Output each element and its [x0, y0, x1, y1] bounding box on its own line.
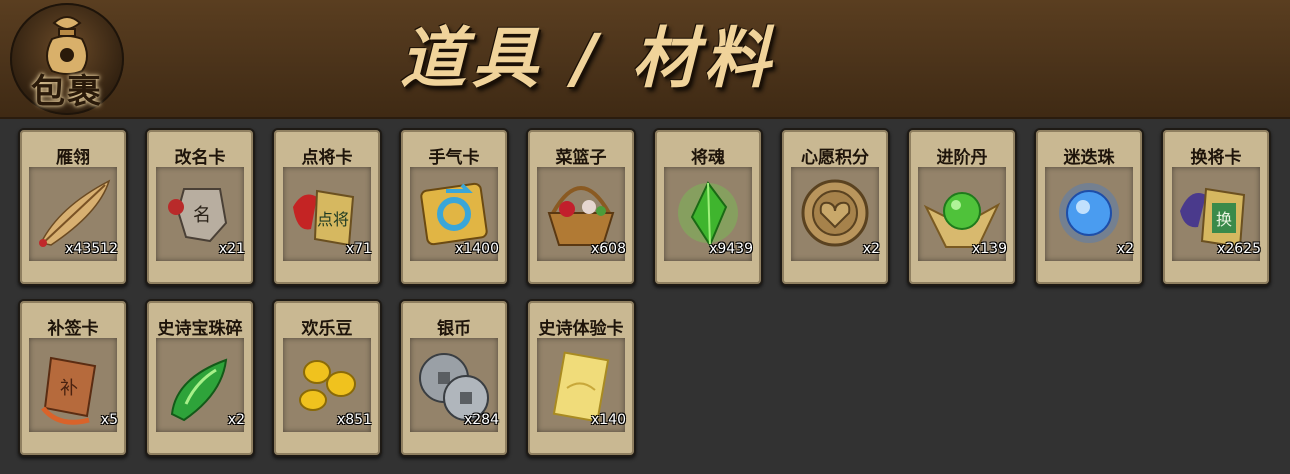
- item-card-wish[interactable]: 心愿积分 x2: [780, 128, 890, 286]
- svg-text:点将: 点将: [317, 210, 349, 229]
- item-name: 补签卡: [47, 319, 99, 339]
- item-name: 将魂: [691, 148, 725, 168]
- item-count: x2: [1116, 241, 1134, 257]
- inventory-row: 雁翎 x43512 改名卡 名 x21 点将卡 点将 x71 手气卡 x1400…: [18, 128, 1278, 286]
- item-card-feather[interactable]: 雁翎 x43512: [18, 128, 128, 286]
- svg-text:换: 换: [1216, 210, 1232, 229]
- inventory-row: 补签卡 补 x5 史诗宝珠碎 x2 欢乐豆 x851 银币 x284 史诗体验卡…: [18, 299, 1278, 457]
- item-card-advance[interactable]: 进阶丹 x139: [907, 128, 1017, 286]
- inventory-grid: 雁翎 x43512 改名卡 名 x21 点将卡 点将 x71 手气卡 x1400…: [18, 128, 1278, 470]
- item-name: 点将卡: [301, 148, 353, 168]
- item-card-silver[interactable]: 银币 x284: [399, 299, 509, 457]
- item-card-jade[interactable]: 史诗宝珠碎 x2: [145, 299, 255, 457]
- item-name: 银币: [437, 319, 471, 339]
- header-bar: 包裹 道具 / 材料: [0, 0, 1290, 119]
- item-name: 改名卡: [174, 148, 226, 168]
- item-card-basket[interactable]: 菜篮子 x608: [526, 128, 636, 286]
- item-card-beans[interactable]: 欢乐豆 x851: [272, 299, 382, 457]
- item-count: x9439: [709, 241, 753, 257]
- item-name: 史诗体验卡: [538, 319, 624, 339]
- item-count: x2: [227, 412, 245, 428]
- page-title: 道具 / 材料: [400, 20, 777, 97]
- item-count: x71: [345, 241, 372, 257]
- item-count: x2: [862, 241, 880, 257]
- item-name: 雁翎: [56, 148, 90, 168]
- item-count: x21: [218, 241, 245, 257]
- item-count: x139: [971, 241, 1007, 257]
- item-card-trial[interactable]: 史诗体验卡 x140: [526, 299, 636, 457]
- item-name: 心愿积分: [801, 148, 869, 168]
- item-name: 史诗宝珠碎: [157, 319, 243, 339]
- item-card-soul[interactable]: 将魂 x9439: [653, 128, 763, 286]
- item-count: x2625: [1217, 241, 1261, 257]
- item-card-general[interactable]: 点将卡 点将 x71: [272, 128, 382, 286]
- item-name: 手气卡: [428, 148, 480, 168]
- bag-badge[interactable]: 包裹: [10, 3, 124, 115]
- item-name: 欢乐豆: [301, 319, 353, 339]
- item-card-orb[interactable]: 迷迭珠 x2: [1034, 128, 1144, 286]
- item-card-resign[interactable]: 补签卡 补 x5: [18, 299, 128, 457]
- item-name: 进阶丹: [936, 148, 988, 168]
- item-name: 菜篮子: [555, 148, 607, 168]
- item-card-swap[interactable]: 换将卡 换 x2625: [1161, 128, 1271, 286]
- item-count: x43512: [65, 241, 118, 257]
- item-count: x5: [100, 412, 118, 428]
- bag-label: 包裹: [31, 72, 103, 112]
- item-count: x608: [590, 241, 626, 257]
- item-count: x1400: [455, 241, 499, 257]
- item-count: x851: [336, 412, 372, 428]
- svg-text:补: 补: [60, 378, 78, 399]
- item-card-luck[interactable]: 手气卡 x1400: [399, 128, 509, 286]
- item-count: x140: [590, 412, 626, 428]
- item-name: 换将卡: [1190, 148, 1242, 168]
- item-count: x284: [463, 412, 499, 428]
- item-card-rename[interactable]: 改名卡 名 x21: [145, 128, 255, 286]
- item-name: 迷迭珠: [1063, 148, 1115, 168]
- svg-text:名: 名: [193, 205, 211, 226]
